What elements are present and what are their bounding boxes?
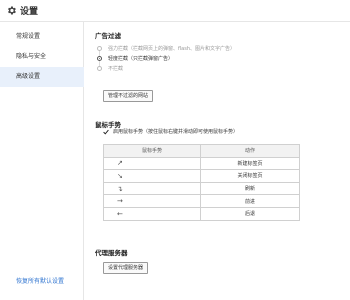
window-title: 设置 [20,7,39,17]
gesture-action: 后退 [200,206,300,221]
table-row: ↘ 关闭标签页 [103,169,300,183]
gesture-table: 鼠标手势 动作 ↗ 新建标签页 ↘ 关闭标签页 ↴ 刷新 → 前进 ← 后退 [103,144,300,221]
gear-icon [6,5,17,16]
column-header-gesture: 鼠标手势 [103,144,201,158]
gesture-action: 前进 [200,194,300,208]
proxy-settings-button[interactable]: 设置代理服务器 [103,262,149,274]
sidebar-item-privacy[interactable]: 隐私与安全 [0,47,84,67]
settings-main: 广告过滤 强力拦截（拦截网页上的弹窗、flash、图片和文字广告） 轻度拦截（只… [84,22,350,300]
table-row: → 前进 [103,194,300,208]
table-row: ↗ 新建标签页 [103,156,300,171]
table-row: ← 后退 [103,206,300,221]
table-header-row: 鼠标手势 动作 [103,144,300,158]
manage-unfiltered-sites-button[interactable]: 管理不过滤的网站 [103,90,154,102]
window-titlebar: 设置 [0,0,350,22]
gesture-arrow-icon: ← [103,206,201,221]
sidebar-item-advanced[interactable]: 高级设置 [0,67,84,87]
settings-sidebar: 常规设置 隐私与安全 高级设置 恢复所有默认设置 [0,22,84,300]
enable-mouse-gesture-row[interactable]: 启用鼠标手势（按住鼠标右键并滑动即可使用鼠标手势） [103,128,238,135]
gesture-arrow-icon: ↘ [103,169,201,183]
ad-filter-option-label: 轻度拦截（只拦截弹窗广告） [108,55,174,62]
ad-filter-title: 广告过滤 [95,32,121,40]
proxy-title: 代理服务器 [95,249,128,257]
column-header-action: 动作 [200,144,300,158]
table-row: ↴ 刷新 [103,181,300,196]
enable-mouse-gesture-label: 启用鼠标手势（按住鼠标右键并滑动即可使用鼠标手势） [113,129,239,135]
ad-filter-option-label: 强力拦截（拦截网页上的弹窗、flash、图片和文字广告） [108,45,235,52]
gesture-action: 新建标签页 [200,156,300,171]
gesture-arrow-icon: ↗ [103,156,201,171]
gesture-action: 刷新 [200,181,300,196]
restore-defaults-link[interactable]: 恢复所有默认设置 [16,276,64,285]
sidebar-item-general[interactable]: 常规设置 [0,27,84,47]
ad-filter-option-light[interactable]: 轻度拦截（只拦截弹窗广告） [95,53,335,63]
radio-button[interactable] [97,55,102,61]
ad-filter-option-label: 不拦截 [108,65,124,72]
ad-filter-option-none[interactable]: 不拦截 [95,63,335,73]
checkmark-icon[interactable] [103,129,109,135]
gesture-arrow-icon: ↴ [103,181,201,196]
sidebar-nav: 常规设置 隐私与安全 高级设置 [0,27,84,87]
ad-filter-options: 强力拦截（拦截网页上的弹窗、flash、图片和文字广告） 轻度拦截（只拦截弹窗广… [95,43,335,73]
radio-button[interactable] [97,45,102,51]
ad-filter-option-strong[interactable]: 强力拦截（拦截网页上的弹窗、flash、图片和文字广告） [95,43,335,53]
gesture-arrow-icon: → [103,194,201,208]
gesture-action: 关闭标签页 [200,169,300,183]
radio-button[interactable] [97,65,102,71]
